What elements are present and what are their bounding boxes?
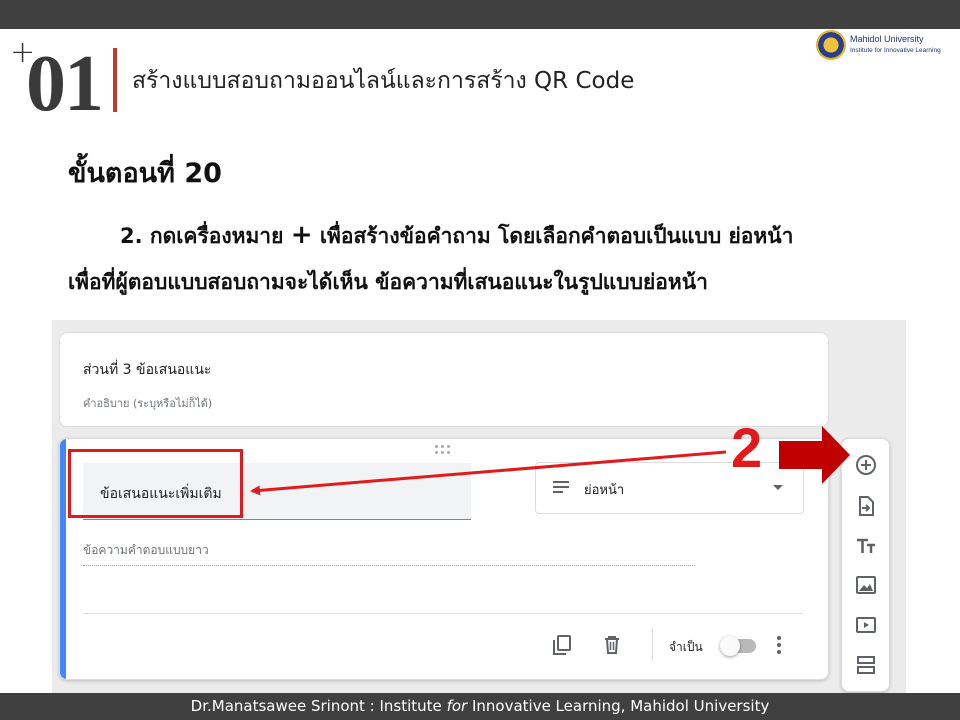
annotation-arrows xyxy=(250,426,850,496)
toolbar-pointer-arrow-icon xyxy=(779,426,850,484)
footer-suffix: Innovative Learning, Mahidol University xyxy=(467,697,770,715)
footer-bar: Dr.Manatsawee Srinont : Institute for In… xyxy=(0,693,960,720)
annotation-number: 2 xyxy=(731,416,763,479)
footer-italic: for xyxy=(446,697,468,715)
footer-prefix: Dr.Manatsawee Srinont : Institute xyxy=(190,697,447,715)
pointer-line xyxy=(250,450,727,496)
